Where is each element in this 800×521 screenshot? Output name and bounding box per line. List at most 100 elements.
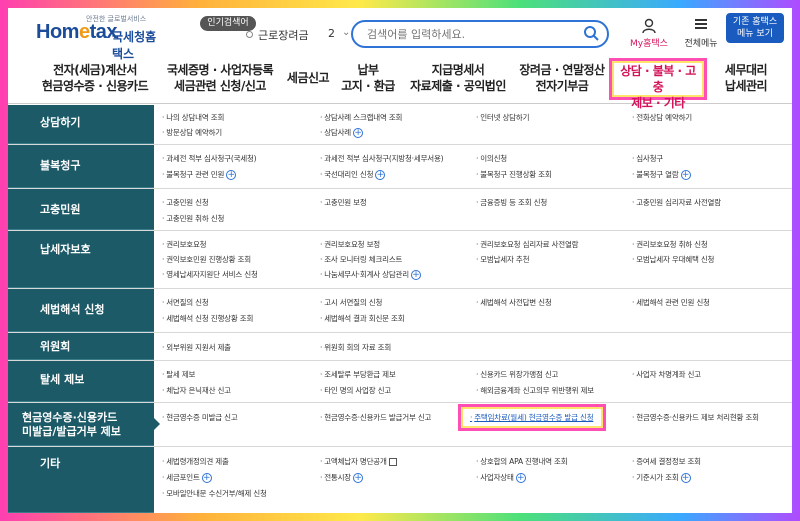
nav-tab-einvoice[interactable]: 전자(세금)계산서 현금영수증 · 신용카드 [36,62,154,94]
legacy-menu-line1: 기존 홈택스 [732,17,778,27]
menu-link[interactable]: 상담사례 스크랩내역 조회 [320,112,402,123]
menu-link[interactable]: 고충민원 보정 [320,197,367,208]
row-head-label: 기타 [40,457,61,470]
menu-link[interactable]: 심사청구 [632,153,663,164]
nav-tab-certificate[interactable]: 국세증명 · 사업자등록 세금관련 신청/신고 [160,62,280,94]
menu-link[interactable]: 영세납세자지원단 서비스 신청 [162,269,258,280]
monthly-rent-cash-receipt-link[interactable]: 주택임차료(월세) 현금영수증 발급 신청 [470,412,593,423]
nav-tab-line2: 세금관련 신청/신고 [174,79,266,93]
hometax-logo[interactable]: 안전한 글로벌서비스 Hometax 국세청홈택스 [36,14,166,61]
menu-link[interactable]: 모범납세자 추천 [476,254,529,265]
nav-tab-consult[interactable]: 상담 · 불복 · 고충 제보 · 기타 [609,58,707,110]
nav-tab-tax-return[interactable]: 세금신고 [280,70,336,86]
search-icon[interactable] [583,25,599,41]
menu-link[interactable]: 조세탈루 부당환급 제보 [320,369,396,380]
menu-link[interactable]: 나의 상담내역 조회 [162,112,224,123]
menu-link-text: 불복청구 열람 [636,170,679,179]
menu-link[interactable]: 증여세 결정정보 조회 [632,456,701,467]
page-frame: 안전한 글로벌서비스 Hometax 국세청홈택스 인기검색어 근로장려금 2 … [8,8,792,513]
menu-link[interactable]: 타인 명의 사업장 신고 [320,385,391,396]
plus-icon[interactable]: + [201,473,212,483]
nav-tab-payment[interactable]: 납부 고지 · 환급 [340,62,396,94]
menu-link[interactable]: 외부위원 지원서 제출 [162,342,231,353]
menu-link[interactable]: 상호합의 APA 진행내역 조회 [476,456,567,467]
menu-link[interactable]: 고충민원 신청 [162,197,209,208]
menu-link[interactable]: 세법령개정의견 제출 [162,456,229,467]
menu-link[interactable]: 세금포인트+ [162,472,212,483]
nav-tab-incentive[interactable]: 장려금 · 연말정산 전자기부금 [512,62,612,94]
legacy-menu-button[interactable]: 기존 홈택스 메뉴 보기 [726,13,784,43]
row-head: 납세자보호 [8,231,154,288]
plus-icon[interactable]: + [353,473,363,483]
row-head: 현금영수증·신용카드 미발급/발급거부 제보 [8,403,160,446]
nav-tab-line1: 국세증명 · 사업자등록 [166,63,274,77]
popular-search-item[interactable]: 근로장려금 2 ⌄ [246,27,350,43]
menu-link-text: 세금포인트 [166,473,200,482]
all-menu-button[interactable]: 전체메뉴 [676,16,726,50]
menu-link[interactable]: 금융증빙 등 조회 신청 [476,197,547,208]
menu-link[interactable]: 현금영수증·신용카드 제보 처리현황 조회 [632,412,759,423]
menu-link[interactable]: 현금영수증·신용카드 발급거부 신고 [320,412,431,423]
menu-link[interactable]: 권리보호요청 보정 [320,239,380,250]
menu-link[interactable]: 현금영수증 미발급 신고 [162,412,238,423]
menu-link[interactable]: 권익보호민원 진행상황 조회 [162,254,251,265]
menu-link[interactable]: 국선대리인 신청+ [320,169,386,180]
menu-row-cash-receipt-report: 현금영수증·신용카드 미발급/발급거부 제보 현금영수증 미발급 신고 현금영수… [8,403,792,447]
menu-link[interactable]: 나눔세무사·회계사 상담관리+ [320,269,421,280]
menu-link[interactable]: 세법해석 관련 민원 신청 [632,297,710,308]
menu-link-text: 기준시가 조회 [636,473,679,482]
menu-link[interactable]: 세법해석 결과 회신문 조회 [320,313,404,324]
menu-link[interactable]: 인터넷 상담하기 [476,112,529,123]
nav-tab-statement[interactable]: 지급명세서 자료제출 · 공익법인 [408,62,508,94]
menu-link[interactable]: 고액체납자 명단공개 [320,456,397,467]
myhometax-button[interactable]: My홈택스 [624,16,674,50]
menu-link[interactable]: 모범납세자 우대혜택 신청 [632,254,714,265]
menu-link[interactable]: 상담사례+ [320,127,363,138]
plus-icon[interactable]: + [353,128,363,138]
plus-icon[interactable]: + [375,170,386,180]
menu-link[interactable]: 방문상담 예약하기 [162,127,222,138]
plus-icon[interactable]: + [410,270,421,280]
menu-link[interactable]: 권리보호요청 [162,239,206,250]
plus-icon[interactable]: + [226,170,237,180]
menu-link[interactable]: 고충민원 취하 신청 [162,213,224,224]
menu-link[interactable]: 이의신청 [476,153,507,164]
menu-link[interactable]: 고시 서면질의 신청 [320,297,382,308]
circle-icon [246,31,253,38]
menu-link[interactable]: 과세전 적부 심사청구(국세청) [162,153,256,164]
plus-icon[interactable]: + [515,473,526,483]
plus-icon[interactable]: + [680,170,691,180]
menu-link[interactable]: 사업자 차명계좌 신고 [632,369,701,380]
menu-link[interactable]: 불복청구 진행상황 조회 [476,169,552,180]
nav-tab-line1: 장려금 · 연말정산 [519,63,605,77]
menu-link[interactable]: 고충민원 심리자료 사전열람 [632,197,721,208]
menu-link[interactable]: 탈세 제보 [162,369,195,380]
menu-link[interactable]: 모바일안내문 수신거부/해제 신청 [162,488,267,499]
menu-link[interactable]: 서면질의 신청 [162,297,209,308]
search-input[interactable] [367,26,577,42]
menu-link[interactable]: 권리보호요청 취하 신청 [632,239,708,250]
menu-link[interactable]: 해외금융계좌 신고의무 위반행위 제보 [476,385,594,396]
menu-row-consult: 상담하기 나의 상담내역 조회 방문상담 예약하기 상담사례 스크랩내역 조회 … [8,105,792,145]
logo-brand: Hometax [36,21,117,43]
menu-link[interactable]: 권리보호요청 심리자료 사전열람 [476,239,578,250]
row-head: 기타 [8,447,154,513]
menu-link[interactable]: 사업자상태+ [476,472,526,483]
menu-link[interactable]: 체납자 은닉재산 신고 [162,385,231,396]
menu-link[interactable]: 위원회 회의 자료 조회 [320,342,391,353]
menu-link[interactable]: 세법해석 사전답변 신청 [476,297,552,308]
menu-link[interactable]: 신용카드 위장가맹점 신고 [476,369,558,380]
nav-tab-agent[interactable]: 세무대리 납세관리 [714,62,778,94]
menu-link[interactable]: 기준시가 조회+ [632,472,691,483]
menu-link[interactable]: 전통시장+ [320,472,363,483]
menu-link[interactable]: 조사 모니터링 체크리스트 [320,254,402,265]
menu-link-text: 국선대리인 신청 [324,170,374,179]
menu-link[interactable]: 불복청구 열람+ [632,169,691,180]
plus-icon[interactable]: + [680,473,691,483]
chevron-down-icon[interactable]: ⌄ [342,27,350,38]
menu-link[interactable]: 과세전 적부 심사청구(지방청·세무서용) [320,153,443,164]
menu-link[interactable]: 세법해석 신청 진행상황 조회 [162,313,253,324]
menu-link[interactable]: 불복청구 관련 민원+ [162,169,237,180]
menu-row-etc: 기타 세법령개정의견 제출 세금포인트+ 모바일안내문 수신거부/해제 신청 고… [8,447,792,513]
menu-link[interactable]: 전화상담 예약하기 [632,112,692,123]
